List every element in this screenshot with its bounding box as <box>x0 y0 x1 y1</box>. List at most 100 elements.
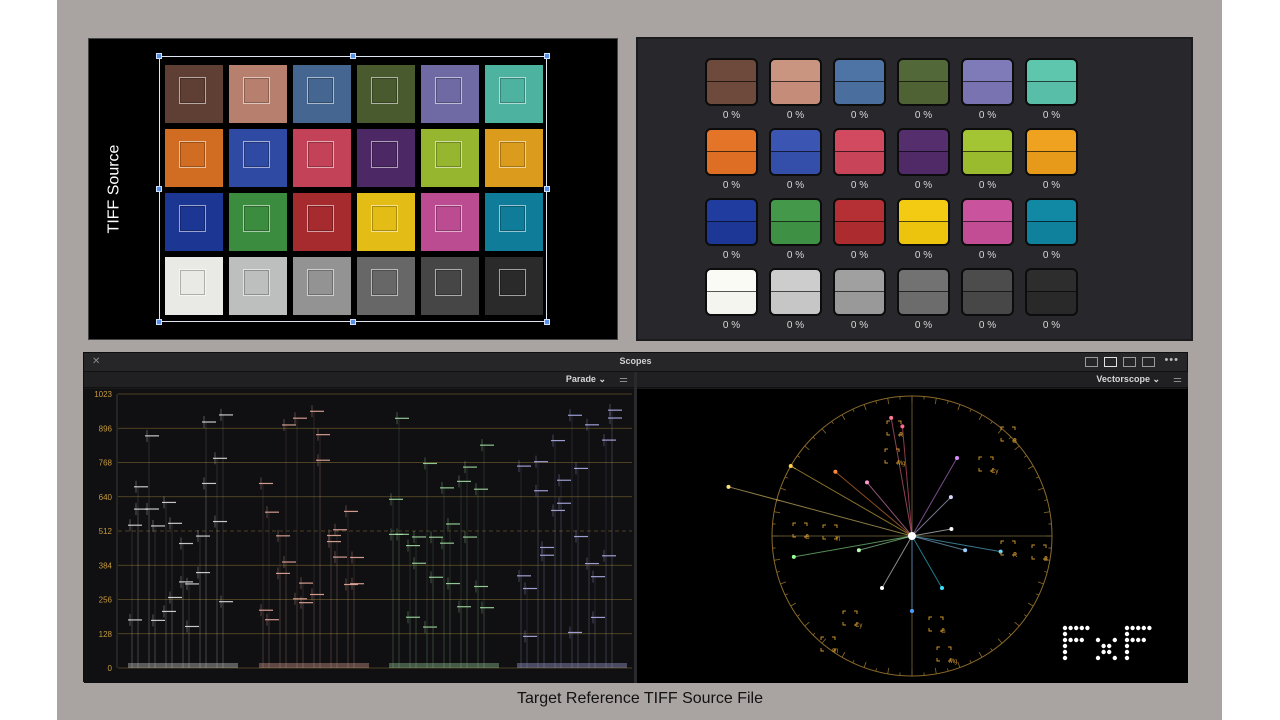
vectorscope-point <box>910 609 914 613</box>
vectorscope-trace <box>911 535 1001 553</box>
parade-axis-label: 0 <box>108 664 113 673</box>
swatch-cell[interactable]: 0 % <box>705 268 758 332</box>
sample-box <box>499 77 526 104</box>
swatch-chip[interactable] <box>833 58 886 106</box>
settings-icon[interactable]: ⚌ <box>1173 374 1182 385</box>
swatch-cell[interactable]: 0 % <box>897 268 950 332</box>
swatch-chip[interactable] <box>705 128 758 176</box>
transform-handle-mr[interactable] <box>544 186 550 192</box>
swatch-chip[interactable] <box>705 198 758 246</box>
swatch-chip[interactable] <box>833 128 886 176</box>
swatch-chip[interactable] <box>897 198 950 246</box>
transform-handle-ml[interactable] <box>156 186 162 192</box>
vectorscope-tick <box>797 614 801 617</box>
swatch-percentage: 0 % <box>786 180 805 191</box>
sample-box <box>371 141 398 168</box>
swatch-percentage: 0 % <box>850 180 869 191</box>
swatch-cell[interactable]: 0 % <box>961 128 1014 192</box>
single-view-icon[interactable] <box>1085 357 1098 367</box>
swatch-cell[interactable]: 0 % <box>961 58 1014 122</box>
parade-base-band <box>128 663 238 668</box>
source-swatch <box>229 257 287 315</box>
vectorscope-tick <box>790 602 797 607</box>
swatch-chip[interactable] <box>833 198 886 246</box>
swatch-cell[interactable]: 0 % <box>833 128 886 192</box>
swatch-cell[interactable]: 0 % <box>705 58 758 122</box>
swatch-cell[interactable]: 0 % <box>833 58 886 122</box>
swatch-chip[interactable] <box>769 198 822 246</box>
settings-icon[interactable]: ⚌ <box>619 374 628 385</box>
swatch-chip[interactable] <box>705 268 758 316</box>
swatch-cell[interactable]: 0 % <box>897 58 950 122</box>
swatch-cell[interactable]: 0 % <box>897 128 950 192</box>
swatch-chip[interactable] <box>1025 268 1078 316</box>
swatch-chip[interactable] <box>769 58 822 106</box>
swatch-cell[interactable]: 0 % <box>833 198 886 262</box>
swatch-chip[interactable] <box>961 128 1014 176</box>
vectorscope-target-label: Cy <box>991 469 998 475</box>
parade-base-band <box>259 663 369 668</box>
vectorscope-tick <box>887 398 890 405</box>
vectorscope-tick <box>784 476 789 479</box>
swatch-chip[interactable] <box>1025 198 1078 246</box>
swatch-chip[interactable] <box>1025 58 1078 106</box>
swatch-chip[interactable] <box>961 58 1014 106</box>
swatch-cell[interactable]: 0 % <box>833 268 886 332</box>
swatch-cell[interactable]: 0 % <box>705 128 758 192</box>
swatch-cell[interactable]: 0 % <box>705 198 758 262</box>
swatch-chip[interactable] <box>961 268 1014 316</box>
vectorscope-point <box>889 415 894 420</box>
swatch-chip[interactable] <box>833 268 886 316</box>
swatch-chip[interactable] <box>769 128 822 176</box>
swatch-chip[interactable] <box>897 268 950 316</box>
source-swatch <box>229 129 287 187</box>
transform-handle-tl[interactable] <box>156 53 162 59</box>
vectorscope-tick <box>774 558 781 561</box>
grid-view-icon[interactable] <box>1142 357 1155 367</box>
transform-handle-bm[interactable] <box>350 319 356 325</box>
swatch-chip[interactable] <box>769 268 822 316</box>
source-swatch <box>357 65 415 123</box>
transform-handle-tm[interactable] <box>350 53 356 59</box>
vectorscope-tick <box>812 632 816 636</box>
more-options-icon[interactable]: ••• <box>1164 354 1179 366</box>
swatch-chip[interactable] <box>961 198 1014 246</box>
swatch-cell[interactable]: 0 % <box>961 268 1014 332</box>
parade-scope-select[interactable]: Parade ⌄ <box>566 374 606 385</box>
swatch-divider <box>835 81 884 82</box>
fxf-logo-dot <box>1124 643 1130 649</box>
swatch-cell[interactable]: 0 % <box>769 198 822 262</box>
scopes-titlebar: ✕ Scopes ••• <box>84 353 1187 372</box>
vectorscope-tick <box>1023 455 1027 458</box>
swatch-chip[interactable] <box>897 128 950 176</box>
vectorscope-trace <box>911 535 966 551</box>
tiff-source-viewer[interactable]: TIFF Source <box>88 38 618 340</box>
swatch-cell[interactable]: 0 % <box>961 198 1014 262</box>
swatch-chip[interactable] <box>705 58 758 106</box>
vectorscope-tick <box>841 414 846 421</box>
swatch-chip[interactable] <box>1025 128 1078 176</box>
swatch-cell[interactable]: 0 % <box>897 198 950 262</box>
vectorscope-tick <box>1023 614 1027 617</box>
swatch-divider <box>963 151 1012 152</box>
transform-handle-bl[interactable] <box>156 319 162 325</box>
parade-scope: 1023 896 768 640 512 384 256 128 0 <box>84 389 634 683</box>
transform-handle-tr[interactable] <box>544 53 550 59</box>
swatch-cell[interactable]: 0 % <box>1025 58 1078 122</box>
swatch-percentage: 0 % <box>978 180 997 191</box>
swatch-divider <box>899 221 948 222</box>
swatch-percentage: 0 % <box>786 320 805 331</box>
transform-handle-br[interactable] <box>544 319 550 325</box>
fxf-logo-dot <box>1124 637 1130 643</box>
swatch-cell[interactable]: 0 % <box>769 58 822 122</box>
vector-scope-select[interactable]: Vectorscope ⌄ <box>1096 374 1160 385</box>
swatch-cell[interactable]: 0 % <box>769 268 822 332</box>
swatch-cell[interactable]: 0 % <box>769 128 822 192</box>
dual-view-icon[interactable] <box>1104 357 1117 367</box>
swatch-divider <box>707 291 756 292</box>
quad-view-icon[interactable] <box>1123 357 1136 367</box>
swatch-chip[interactable] <box>897 58 950 106</box>
swatch-cell[interactable]: 0 % <box>1025 198 1078 262</box>
swatch-cell[interactable]: 0 % <box>1025 128 1078 192</box>
swatch-cell[interactable]: 0 % <box>1025 268 1078 332</box>
